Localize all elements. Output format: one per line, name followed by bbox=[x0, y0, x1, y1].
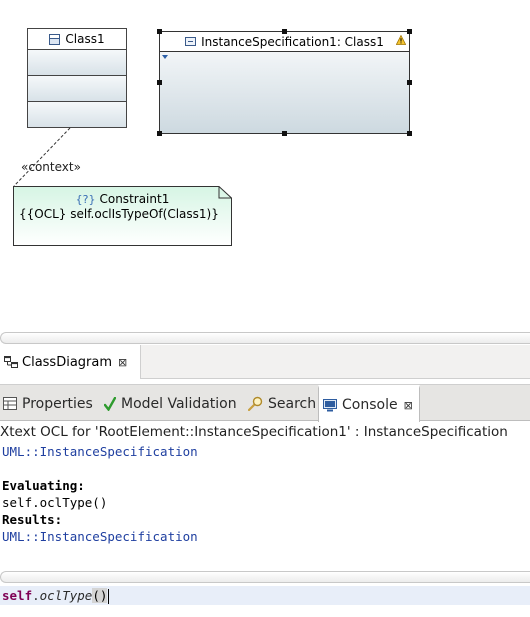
console-line: self.oclType() bbox=[2, 495, 108, 510]
editor-tab-bar: ClassDiagram ⊠ bbox=[0, 345, 530, 379]
tab-properties[interactable]: Properties bbox=[3, 385, 93, 422]
input-operation: oclType bbox=[39, 588, 93, 603]
tab-class-diagram-label: ClassDiagram bbox=[22, 354, 113, 370]
views-tab-bar: Properties Model Validation Search Conso… bbox=[0, 384, 530, 422]
diagram-canvas[interactable]: Class1 InstanceSpecification1: Class1 «c… bbox=[0, 0, 530, 330]
properties-icon bbox=[3, 397, 17, 410]
input-dot: . bbox=[32, 588, 40, 603]
ocl-expression-input[interactable]: self.oclType() bbox=[0, 586, 530, 605]
constraint-node[interactable]: {?} Constraint1 {{OCL} self.oclIsTypeOf(C… bbox=[13, 186, 232, 246]
context-stereotype-label: «context» bbox=[21, 160, 81, 174]
console-title: Xtext OCL for 'RootElement::InstanceSpec… bbox=[0, 422, 530, 442]
constraint-specification: {{OCL} self.oclIsTypeOf(Class1)} bbox=[19, 207, 219, 221]
console-icon bbox=[323, 398, 337, 411]
input-keyword: self bbox=[2, 588, 33, 603]
close-icon[interactable]: ⊠ bbox=[404, 399, 413, 412]
tab-model-validation-label: Model Validation bbox=[121, 395, 237, 412]
tab-search-label: Search bbox=[268, 395, 317, 412]
constraint-title: {?} Constraint1 bbox=[13, 192, 232, 206]
console-line: Results: bbox=[2, 512, 63, 527]
tab-console-label: Console bbox=[342, 397, 398, 413]
console-horizontal-scrollbar[interactable] bbox=[0, 571, 530, 583]
check-icon bbox=[104, 396, 116, 411]
console-line: Evaluating: bbox=[2, 478, 85, 493]
console-line: UML::InstanceSpecification bbox=[2, 529, 198, 544]
console-output[interactable]: UML::InstanceSpecification Evaluating: s… bbox=[0, 442, 530, 568]
input-close-paren: ) bbox=[99, 588, 108, 603]
constraint-name: Constraint1 bbox=[99, 192, 170, 206]
diagram-horizontal-scrollbar[interactable] bbox=[0, 332, 530, 344]
console-line: UML::InstanceSpecification bbox=[2, 444, 198, 459]
tab-search[interactable]: Search bbox=[248, 385, 316, 422]
close-icon[interactable]: ⊠ bbox=[118, 356, 127, 369]
input-open-paren: ( bbox=[92, 588, 100, 603]
constraint-icon: {?} bbox=[75, 193, 96, 206]
tab-properties-label: Properties bbox=[22, 395, 93, 412]
tab-model-validation[interactable]: Model Validation bbox=[104, 385, 237, 422]
text-caret bbox=[108, 589, 110, 604]
tab-class-diagram[interactable]: ClassDiagram ⊠ bbox=[0, 345, 141, 379]
class-diagram-icon bbox=[4, 356, 18, 368]
tab-console[interactable]: Console ⊠ bbox=[318, 385, 420, 422]
search-icon bbox=[248, 396, 263, 411]
